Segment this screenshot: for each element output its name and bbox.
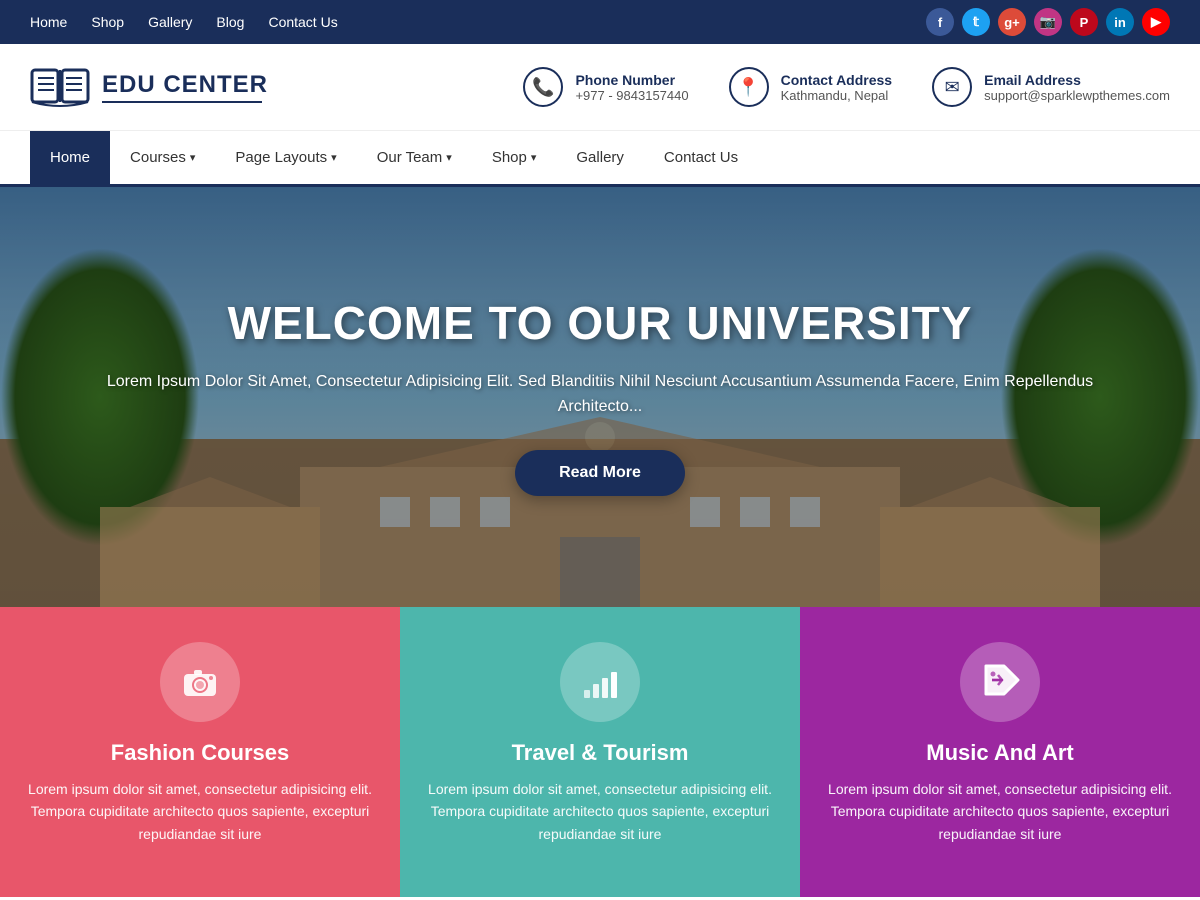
email-contact: ✉ Email Address support@sparklewpthemes.… xyxy=(932,67,1170,107)
nav-gallery[interactable]: Gallery xyxy=(556,131,644,184)
phone-details: Phone Number +977 - 9843157440 xyxy=(575,72,688,103)
phone-label: Phone Number xyxy=(575,72,688,88)
nav-contact-us[interactable]: Contact Us xyxy=(644,131,758,184)
address-label: Contact Address xyxy=(781,72,893,88)
address-details: Contact Address Kathmandu, Nepal xyxy=(781,72,893,103)
pinterest-icon[interactable]: P xyxy=(1070,8,1098,36)
music-card-title: Music And Art xyxy=(926,740,1073,766)
fashion-course-card: Fashion Courses Lorem ipsum dolor sit am… xyxy=(0,607,400,897)
instagram-icon[interactable]: 📷 xyxy=(1034,8,1062,36)
logo[interactable]: EDU CENTER xyxy=(30,62,268,112)
nav-courses[interactable]: Courses ▾ xyxy=(110,131,215,184)
google-plus-icon[interactable]: g+ xyxy=(998,8,1026,36)
hero-title: WELCOME TO OUR UNIVERSITY xyxy=(100,298,1100,349)
address-contact: 📍 Contact Address Kathmandu, Nepal xyxy=(729,67,893,107)
fashion-card-desc: Lorem ipsum dolor sit amet, consectetur … xyxy=(25,778,375,845)
phone-contact: 📞 Phone Number +977 - 9843157440 xyxy=(523,67,688,107)
nav-our-team[interactable]: Our Team ▾ xyxy=(357,131,472,184)
music-card-desc: Lorem ipsum dolor sit amet, consectetur … xyxy=(825,778,1175,845)
music-course-card: Music And Art Lorem ipsum dolor sit amet… xyxy=(800,607,1200,897)
nav-page-layouts[interactable]: Page Layouts ▾ xyxy=(215,131,356,184)
layouts-chevron: ▾ xyxy=(331,151,337,164)
hero-section: WELCOME TO OUR UNIVERSITY Lorem Ipsum Do… xyxy=(0,187,1200,607)
phone-value: +977 - 9843157440 xyxy=(575,88,688,103)
nav-home[interactable]: Home xyxy=(30,131,110,184)
topnav-shop[interactable]: Shop xyxy=(91,14,124,30)
courses-row: Fashion Courses Lorem ipsum dolor sit am… xyxy=(0,607,1200,897)
hero-content: WELCOME TO OUR UNIVERSITY Lorem Ipsum Do… xyxy=(0,298,1200,496)
tourism-card-title: Travel & Tourism xyxy=(512,740,689,766)
nav-shop[interactable]: Shop ▾ xyxy=(472,131,557,184)
address-value: Kathmandu, Nepal xyxy=(781,88,893,103)
email-details: Email Address support@sparklewpthemes.co… xyxy=(984,72,1170,103)
phone-icon: 📞 xyxy=(523,67,563,107)
logo-text: EDU CENTER xyxy=(102,71,268,103)
nav-inner: Home Courses ▾ Page Layouts ▾ Our Team ▾… xyxy=(0,131,1200,184)
read-more-button[interactable]: Read More xyxy=(515,450,685,496)
hero-description: Lorem Ipsum Dolor Sit Amet, Consectetur … xyxy=(100,369,1100,420)
top-nav: Home Shop Gallery Blog Contact Us xyxy=(30,14,338,30)
address-icon: 📍 xyxy=(729,67,769,107)
fashion-icon xyxy=(160,642,240,722)
fashion-card-title: Fashion Courses xyxy=(111,740,289,766)
tourism-icon xyxy=(560,642,640,722)
youtube-icon[interactable]: ▶ xyxy=(1142,8,1170,36)
music-icon xyxy=(960,642,1040,722)
twitter-icon[interactable]: 𝕥 xyxy=(962,8,990,36)
shop-chevron: ▾ xyxy=(531,151,537,164)
team-chevron: ▾ xyxy=(446,151,452,164)
logo-underline xyxy=(102,101,262,103)
main-nav: Home Courses ▾ Page Layouts ▾ Our Team ▾… xyxy=(0,131,1200,187)
linkedin-icon[interactable]: in xyxy=(1106,8,1134,36)
contact-info-bar: 📞 Phone Number +977 - 9843157440 📍 Conta… xyxy=(523,67,1170,107)
tourism-course-card: Travel & Tourism Lorem ipsum dolor sit a… xyxy=(400,607,800,897)
topnav-gallery[interactable]: Gallery xyxy=(148,14,192,30)
logo-icon xyxy=(30,62,90,112)
email-label: Email Address xyxy=(984,72,1170,88)
topnav-home[interactable]: Home xyxy=(30,14,67,30)
facebook-icon[interactable]: f xyxy=(926,8,954,36)
courses-chevron: ▾ xyxy=(190,151,196,164)
social-icons: f 𝕥 g+ 📷 P in ▶ xyxy=(926,8,1170,36)
logo-name: EDU CENTER xyxy=(102,71,268,99)
email-icon: ✉ xyxy=(932,67,972,107)
topnav-blog[interactable]: Blog xyxy=(216,14,244,30)
topnav-contact[interactable]: Contact Us xyxy=(268,14,337,30)
top-bar: Home Shop Gallery Blog Contact Us f 𝕥 g+… xyxy=(0,0,1200,44)
tourism-card-desc: Lorem ipsum dolor sit amet, consectetur … xyxy=(425,778,775,845)
site-header: EDU CENTER 📞 Phone Number +977 - 9843157… xyxy=(0,44,1200,131)
email-value: support@sparklewpthemes.com xyxy=(984,88,1170,103)
